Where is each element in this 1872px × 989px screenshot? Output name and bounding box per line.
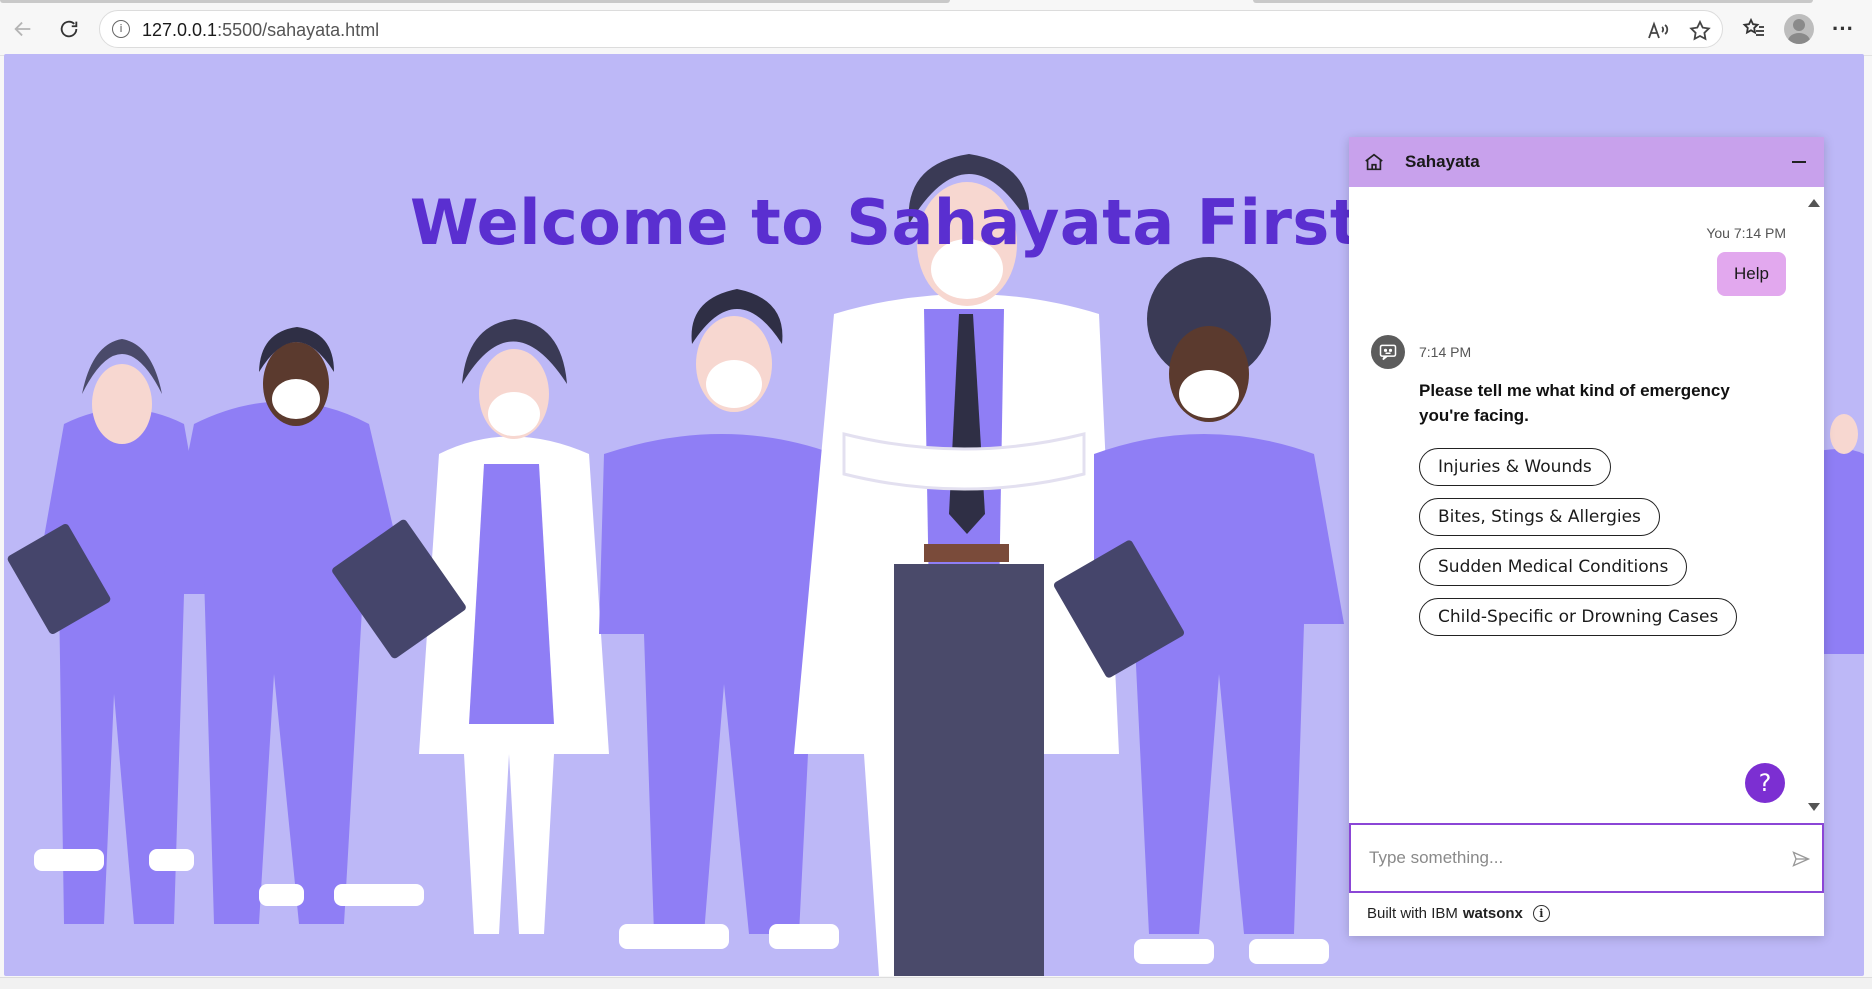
favorites-icon: [1742, 17, 1764, 36]
favorites-button[interactable]: [1737, 12, 1771, 46]
tab-strip-indicator: [1253, 0, 1813, 3]
nurse-figure: [7, 339, 214, 924]
page-title: Welcome to Sahayata First Aid: [410, 186, 1498, 259]
bot-avatar-icon: [1371, 335, 1405, 369]
profile-button[interactable]: [1782, 12, 1816, 46]
option-button-sudden-conditions[interactable]: Sudden Medical Conditions: [1419, 548, 1688, 586]
doctor-figure: [332, 319, 609, 934]
chat-title: Sahayata: [1405, 152, 1480, 171]
doctor-figure: [794, 154, 1119, 976]
favorite-star-icon[interactable]: [1688, 19, 1712, 43]
chat-header: Sahayata: [1349, 137, 1824, 187]
more-icon: ···: [1832, 16, 1854, 41]
bot-message-text: Please tell me what kind of emergency yo…: [1419, 381, 1730, 425]
message-input[interactable]: [1369, 845, 1769, 871]
read-aloud-icon[interactable]: [1646, 19, 1670, 43]
minimize-icon: [1792, 161, 1806, 163]
option-button-child-drowning[interactable]: Child-Specific or Drowning Cases: [1419, 598, 1738, 636]
footer-prefix: Built with IBM: [1367, 905, 1458, 922]
chat-widget: Sahayata You 7:14 PM Help 7:14 PM Please…: [1349, 137, 1824, 936]
status-bar: [0, 977, 1872, 989]
url-host: 127.0.0.1: [142, 20, 218, 40]
bot-message-time: 7:14 PM: [1419, 344, 1472, 360]
refresh-icon: [60, 20, 78, 38]
help-button[interactable]: ?: [1745, 763, 1785, 803]
send-icon[interactable]: [1791, 849, 1811, 869]
minimize-button[interactable]: [1789, 154, 1809, 170]
user-message-meta: You 7:14 PM: [1706, 225, 1786, 241]
option-button-bites[interactable]: Bites, Stings & Allergies: [1419, 498, 1660, 536]
help-icon: ?: [1758, 769, 1772, 797]
chat-footer: Built with IBM watsonx i: [1367, 905, 1550, 922]
address-bar[interactable]: i 127.0.0.1:5500/sahayata.html: [99, 10, 1723, 48]
back-icon: [14, 21, 31, 37]
refresh-button[interactable]: [52, 12, 86, 46]
tab-strip-indicator: [0, 0, 950, 3]
profile-avatar: [1784, 14, 1814, 44]
footer-brand: watsonx: [1462, 905, 1523, 922]
more-button[interactable]: ···: [1826, 12, 1860, 46]
option-button-injuries[interactable]: Injuries & Wounds: [1419, 448, 1611, 486]
back-button[interactable]: [6, 12, 40, 46]
site-info-icon[interactable]: i: [112, 20, 130, 38]
home-icon[interactable]: [1363, 151, 1385, 173]
info-icon[interactable]: i: [1532, 905, 1550, 922]
scroll-down-arrow[interactable]: [1808, 803, 1820, 811]
address-url: 127.0.0.1:5500/sahayata.html: [142, 20, 379, 41]
url-path: :5500/sahayata.html: [217, 20, 380, 40]
message-input-container: [1349, 823, 1824, 893]
scroll-up-arrow[interactable]: [1808, 199, 1820, 207]
browser-toolbar: i 127.0.0.1:5500/sahayata.html ···: [0, 0, 1872, 56]
user-message-bubble: Help: [1717, 252, 1786, 296]
